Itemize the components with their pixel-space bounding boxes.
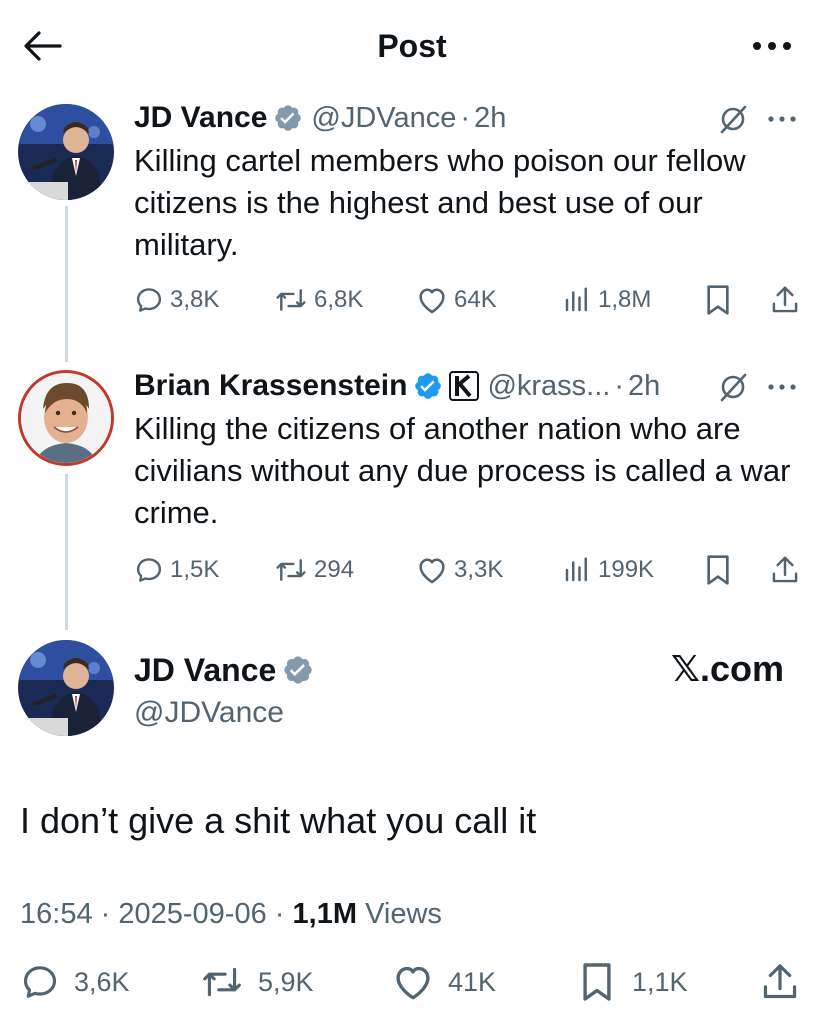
- repost-icon: [276, 559, 306, 581]
- post-text: I don’t give a shit what you call it: [20, 800, 537, 841]
- reply-button[interactable]: 1,5K: [134, 550, 219, 590]
- bookmark-icon: [583, 963, 611, 1001]
- post-date[interactable]: 2025-09-06: [118, 898, 266, 930]
- more-icon: [768, 116, 796, 122]
- grok-icon: [720, 105, 747, 134]
- author-handle[interactable]: @JDVance: [134, 696, 284, 730]
- avatar[interactable]: [18, 104, 114, 200]
- post-time[interactable]: 16:54: [20, 898, 93, 930]
- views-icon: [565, 287, 587, 312]
- reply-count: 3,6K: [74, 966, 130, 997]
- post-meta: 16:54 · 2025-09-06 · 1,1M Views: [20, 898, 442, 931]
- grok-button[interactable]: [716, 370, 750, 404]
- grok-button[interactable]: [716, 102, 750, 136]
- separator-dot: ·: [614, 369, 625, 402]
- separator-dot: ·: [100, 898, 111, 930]
- avatar[interactable]: [18, 370, 114, 466]
- views-icon: [565, 557, 587, 582]
- bookmark-button[interactable]: [704, 280, 732, 320]
- reply-button[interactable]: 3,8K: [134, 280, 219, 320]
- author-name[interactable]: Brian Krassenstein: [134, 369, 407, 403]
- like-button[interactable]: 64K: [416, 280, 497, 320]
- like-icon: [396, 966, 430, 1000]
- post-text: Killing the citizens of another nation w…: [134, 411, 791, 530]
- reply-2-actions: 1,5K 294 3,3K 199K: [134, 550, 804, 590]
- author-handle[interactable]: @JDVance: [311, 102, 456, 135]
- views-count: 199K: [598, 556, 655, 583]
- post-time[interactable]: 2h: [474, 102, 506, 135]
- reply-icon: [136, 288, 162, 312]
- like-button[interactable]: 41K: [392, 958, 496, 1006]
- post-time[interactable]: 2h: [628, 370, 660, 403]
- share-icon: [763, 964, 797, 999]
- separator-dot: ·: [274, 898, 285, 930]
- post-more-button[interactable]: [764, 104, 800, 134]
- reply-1-actions: 3,8K 6,8K 64K 1,8M: [134, 280, 804, 320]
- reply-icon: [136, 558, 162, 582]
- xcom-watermark: 𝕏.com: [670, 648, 784, 689]
- like-icon: [419, 288, 445, 314]
- more-button[interactable]: [748, 30, 796, 62]
- grok-icon: [720, 373, 747, 402]
- views-button[interactable]: 1,8M: [562, 280, 651, 320]
- repost-button[interactable]: 6,8K: [274, 280, 363, 320]
- reply-post-1[interactable]: JD Vance @JDVance · 2h Killing cartel me…: [134, 98, 804, 266]
- reply-count: 3,8K: [170, 286, 220, 313]
- post-more-button[interactable]: [764, 372, 800, 402]
- like-button[interactable]: 3,3K: [416, 550, 503, 590]
- repost-count: 294: [314, 556, 355, 583]
- author-name[interactable]: JD Vance: [134, 652, 276, 689]
- reply-icon: [23, 966, 57, 998]
- thread-line: [65, 206, 68, 362]
- bookmark-button[interactable]: 1,1K: [580, 958, 688, 1006]
- share-button[interactable]: [770, 280, 800, 320]
- share-icon: [772, 286, 798, 313]
- main-post: JD Vance @JDVance 𝕏.com I don’t give a s…: [20, 648, 804, 948]
- verified-blue-icon: [413, 371, 443, 401]
- author-handle[interactable]: @krass...: [487, 370, 610, 403]
- separator-dot: ·: [460, 101, 471, 134]
- thread-line: [65, 474, 68, 630]
- repost-count: 6,8K: [314, 286, 364, 313]
- bookmark-count: 1,1K: [632, 966, 688, 997]
- top-bar: Post: [0, 0, 824, 92]
- views-label: Views: [365, 898, 442, 930]
- like-icon: [419, 558, 445, 584]
- reply-count: 1,5K: [170, 556, 220, 583]
- reply-post-2[interactable]: Brian Krassenstein @krass... · 2h Killin…: [134, 366, 804, 534]
- share-icon: [772, 556, 798, 583]
- affiliate-badge-icon[interactable]: [449, 371, 480, 401]
- more-icon: [753, 42, 791, 50]
- like-count: 41K: [448, 966, 497, 997]
- repost-count: 5,9K: [258, 966, 314, 997]
- verified-gray-icon: [282, 654, 314, 686]
- repost-icon: [276, 289, 306, 311]
- post-text: Killing cartel members who poison our fe…: [134, 143, 746, 262]
- views-button[interactable]: 199K: [562, 550, 654, 590]
- share-button[interactable]: [760, 958, 800, 1006]
- more-icon: [768, 384, 796, 390]
- author-name[interactable]: JD Vance: [134, 101, 267, 135]
- repost-button[interactable]: 5,9K: [200, 958, 314, 1006]
- views-count: 1,1M: [292, 898, 357, 930]
- like-count: 3,3K: [454, 556, 504, 583]
- verified-gray-icon: [273, 103, 303, 133]
- share-button[interactable]: [770, 550, 800, 590]
- repost-button[interactable]: 294: [274, 550, 354, 590]
- reply-button[interactable]: 3,6K: [20, 958, 130, 1006]
- bookmark-button[interactable]: [704, 550, 732, 590]
- like-count: 64K: [454, 286, 497, 313]
- bookmark-icon: [707, 285, 729, 315]
- main-post-actions: 3,6K 5,9K 41K 1,1K: [20, 958, 804, 1006]
- views-count: 1,8M: [598, 286, 652, 313]
- bookmark-icon: [707, 555, 729, 585]
- page-title: Post: [377, 28, 447, 64]
- repost-icon: [203, 967, 241, 997]
